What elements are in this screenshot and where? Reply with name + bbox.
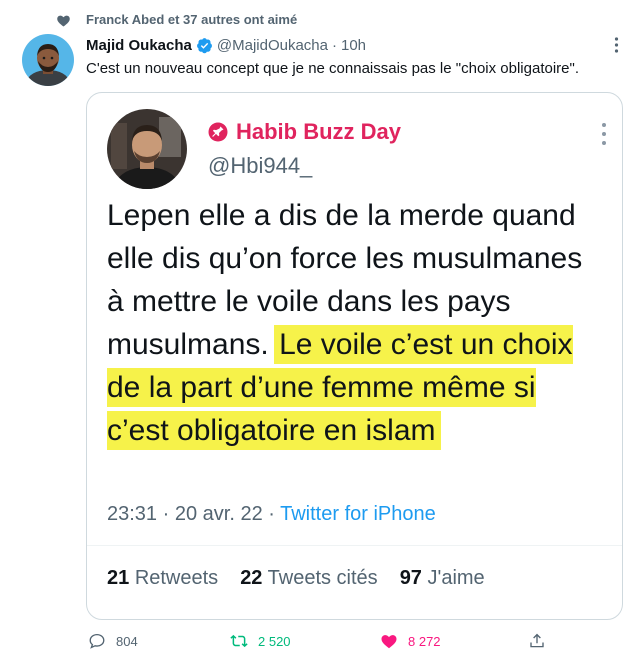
quoted-tweet-text: Lepen elle a dis de la merde quand elle … [107,194,587,452]
retweet-count: 2 520 [258,633,291,649]
quoted-retweets-stat[interactable]: 21 Retweets [107,567,218,589]
quoted-time[interactable]: 23:31 [107,503,157,525]
like-icon [381,635,397,649]
like-button[interactable]: 8 272 [380,632,441,650]
pin-icon [208,122,228,142]
tweet-text: C'est un nouveau concept que je ne conna… [86,60,579,77]
quoted-date[interactable]: 20 avr. 22 [175,503,263,525]
quoted-author-name[interactable]: Habib Buzz Day [236,119,401,145]
reply-button[interactable]: 804 [88,632,138,650]
quoted-quotes-stat[interactable]: 22 Tweets cités [240,567,378,589]
more-icon[interactable] [614,36,619,54]
heart-icon [57,15,70,27]
more-icon[interactable] [602,123,608,150]
reply-icon [89,633,105,649]
quoted-meta: 23:31 · 20 avr. 22 · Twitter for iPhone [107,503,436,525]
author-name[interactable]: Majid Oukacha [86,37,192,54]
tweet-time[interactable]: 10h [341,37,366,54]
social-context[interactable]: Franck Abed et 37 autres ont aimé [86,12,297,27]
quoted-avatar[interactable] [107,109,187,189]
action-bar: 804 2 520 8 272 [88,632,623,660]
tweet-header: Majid Oukacha @MajidOukacha · 10h [86,34,366,56]
retweet-button[interactable]: 2 520 [230,632,291,650]
retweet-icon [230,634,248,648]
quoted-source[interactable]: Twitter for iPhone [280,503,436,525]
quoted-author-handle[interactable]: @Hbi944_ [208,153,312,179]
share-button[interactable] [528,632,556,650]
reply-count: 804 [116,633,138,649]
verified-badge-icon [196,37,212,53]
quoted-likes-stat[interactable]: 97 J'aime [400,567,485,589]
divider [87,545,622,546]
quoted-name-row: Habib Buzz Day [208,119,401,145]
quoted-stats: 21 Retweets 22 Tweets cités 97 J'aime [107,567,507,590]
quoted-tweet-card[interactable]: Habib Buzz Day @Hbi944_ Lepen elle a dis… [86,92,623,620]
share-icon [530,633,544,648]
separator: · [331,36,337,54]
like-count: 8 272 [408,633,441,649]
avatar[interactable] [22,34,74,86]
author-handle[interactable]: @MajidOukacha [217,37,328,54]
